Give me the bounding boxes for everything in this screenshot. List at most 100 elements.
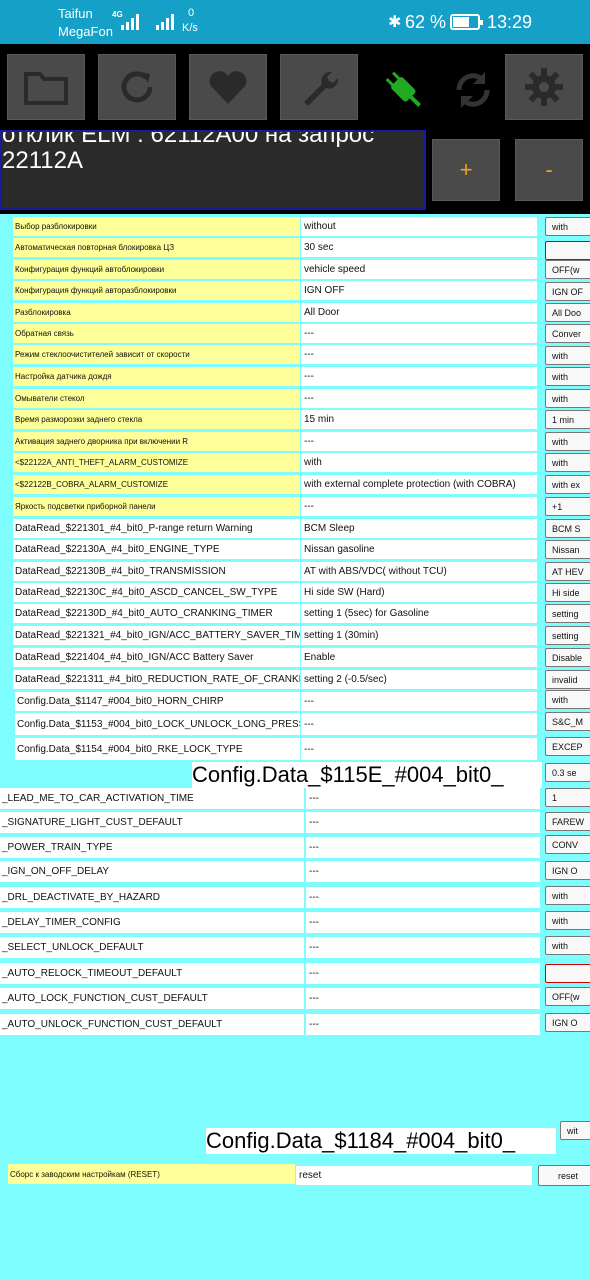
setting-option-button[interactable]: CONV	[545, 835, 590, 854]
section-header-button[interactable]: 0.3 se	[545, 763, 590, 782]
setting-label: DataRead_$22130C_#4_bit0_ASCD_CANCEL_SW_…	[13, 583, 300, 602]
setting-label: Обратная связь	[13, 324, 300, 343]
signal-icon	[121, 14, 139, 30]
setting-option-button[interactable]: Conver	[545, 324, 590, 343]
setting-label: DataRead_$22130A_#4_bit0_ENGINE_TYPE	[13, 540, 300, 559]
setting-option-button[interactable]: OFF(w	[545, 260, 590, 279]
setting-value: setting 2 (-0.5/sec)	[301, 670, 537, 689]
battery-icon	[450, 14, 483, 30]
setting-option-button[interactable]: 1 min	[545, 410, 590, 429]
setting-value: ---	[306, 788, 540, 809]
setting-value: ---	[301, 738, 537, 760]
setting-value: ---	[301, 692, 537, 711]
open-folder-button[interactable]	[7, 54, 85, 120]
section-header-button[interactable]: wit	[560, 1121, 590, 1140]
reset-value: reset	[296, 1166, 532, 1185]
setting-option-button[interactable]	[545, 241, 590, 260]
setting-option-button[interactable]: All Doo	[545, 303, 590, 322]
setting-option-button[interactable]: invalid	[545, 670, 590, 689]
carrier-name-2: MegaFon	[58, 24, 113, 39]
setting-option-button[interactable]: 1	[545, 788, 590, 807]
setting-option-button[interactable]: IGN O	[545, 1013, 590, 1032]
setting-label: Выбор разблокировки	[13, 217, 300, 236]
setting-label: Режим стеклоочистителей зависит от скоро…	[13, 345, 300, 364]
setting-option-button[interactable]: with	[545, 432, 590, 451]
setting-value: without	[301, 217, 537, 236]
settings-button[interactable]	[505, 54, 583, 120]
setting-option-button[interactable]: with	[545, 217, 590, 236]
setting-label: _AUTO_RELOCK_TIMEOUT_DEFAULT	[0, 963, 304, 984]
setting-value: ---	[301, 432, 537, 451]
status-bar: Taifun MegaFon 4G 0 K/s ✱ 62 % 13:29	[0, 0, 590, 44]
setting-option-button[interactable]: EXCEP	[545, 737, 590, 756]
setting-value: ---	[306, 963, 540, 984]
setting-option-button[interactable]: setting	[545, 626, 590, 645]
setting-label: DataRead_$22130B_#4_bit0_TRANSMISSION	[13, 562, 300, 581]
elm-response-display: отклик ELM : 62112A00 на запрос 22112A	[0, 130, 426, 210]
reset-label: Сборс к заводским настройкам (RESET)	[8, 1164, 295, 1184]
setting-value: AT with ABS/VDC( without TCU)	[301, 562, 537, 581]
reset-button[interactable]: reset	[538, 1165, 590, 1186]
setting-label: Настройка датчика дождя	[13, 367, 300, 386]
setting-label: DataRead_$221321_#4_bit0_IGN/ACC_BATTERY…	[13, 626, 300, 645]
tools-button[interactable]	[280, 54, 358, 120]
setting-option-button[interactable]: AT HEV	[545, 562, 590, 581]
net-speed-unit: K/s	[182, 22, 198, 34]
setting-option-button[interactable]: +1	[545, 497, 590, 516]
setting-value: ---	[306, 1014, 540, 1035]
plug-icon[interactable]	[378, 64, 430, 116]
setting-label: _DRL_DEACTIVATE_BY_HAZARD	[0, 887, 304, 908]
setting-label: _LEAD_ME_TO_CAR_ACTIVATION_TIME	[0, 788, 304, 809]
setting-value: 15 min	[301, 410, 537, 429]
setting-option-button[interactable]: with	[545, 886, 590, 905]
setting-option-button[interactable]: Disable	[545, 648, 590, 667]
increase-button[interactable]: +	[432, 139, 500, 201]
setting-value: ---	[306, 988, 540, 1009]
heart-icon	[209, 71, 247, 104]
setting-value: Hi side SW (Hard)	[301, 583, 537, 602]
setting-label: DataRead_$221311_#4_bit0_REDUCTION_RATE_…	[13, 670, 300, 689]
setting-option-button[interactable]: with	[545, 453, 590, 472]
setting-value: Nissan gasoline	[301, 540, 537, 559]
setting-option-button[interactable]: setting	[545, 604, 590, 623]
setting-label: DataRead_$221301_#4_bit0_P-range return …	[13, 519, 300, 538]
setting-option-button[interactable]: with	[545, 911, 590, 930]
clock: 13:29	[487, 12, 533, 32]
setting-option-button[interactable]: IGN OF	[545, 282, 590, 301]
setting-option-button[interactable]: IGN O	[545, 861, 590, 880]
setting-value: Enable	[301, 648, 537, 667]
setting-option-button[interactable]: Hi side	[545, 583, 590, 602]
setting-value: ---	[301, 345, 537, 364]
setting-label: _IGN_ON_OFF_DELAY	[0, 861, 304, 882]
setting-label: Яркость подсветки приборной панели	[13, 497, 300, 516]
setting-value: ---	[301, 497, 537, 516]
setting-option-button[interactable]: with	[545, 389, 590, 408]
refresh-button[interactable]	[98, 54, 176, 120]
setting-option-button[interactable]	[545, 964, 590, 983]
setting-option-button[interactable]: OFF(w	[545, 987, 590, 1006]
sync-icon[interactable]	[447, 64, 499, 116]
setting-option-button[interactable]: with	[545, 367, 590, 386]
setting-option-button[interactable]: BCM S	[545, 519, 590, 538]
favorite-button[interactable]	[189, 54, 267, 120]
setting-value: ---	[301, 389, 537, 408]
setting-option-button[interactable]: with	[545, 346, 590, 365]
setting-option-button[interactable]: with ex	[545, 475, 590, 494]
setting-label: Автоматическая повторная блокировка ЦЗ	[13, 238, 300, 257]
setting-option-button[interactable]: S&C_M	[545, 712, 590, 731]
setting-value: ---	[306, 861, 540, 882]
setting-label: <$22122A_ANTI_THEFT_ALARM_CUSTOMIZE	[13, 453, 300, 472]
setting-option-button[interactable]: with	[545, 936, 590, 955]
setting-label: _AUTO_UNLOCK_FUNCTION_CUST_DEFAULT	[0, 1014, 304, 1035]
setting-label: _AUTO_LOCK_FUNCTION_CUST_DEFAULT	[0, 988, 304, 1009]
setting-label: _DELAY_TIMER_CONFIG	[0, 912, 304, 933]
setting-option-button[interactable]: Nissan	[545, 540, 590, 559]
setting-value: ---	[301, 713, 537, 735]
setting-label: Конфигурация функций авторазблокировки	[13, 281, 300, 300]
decrease-button[interactable]: -	[515, 139, 583, 201]
setting-value: IGN OFF	[301, 281, 537, 300]
setting-option-button[interactable]: FAREW	[545, 812, 590, 831]
setting-option-button[interactable]: with	[545, 690, 590, 709]
setting-label: Время разморозки заднего стекла	[13, 410, 300, 429]
bluetooth-icon: ✱	[388, 14, 402, 31]
